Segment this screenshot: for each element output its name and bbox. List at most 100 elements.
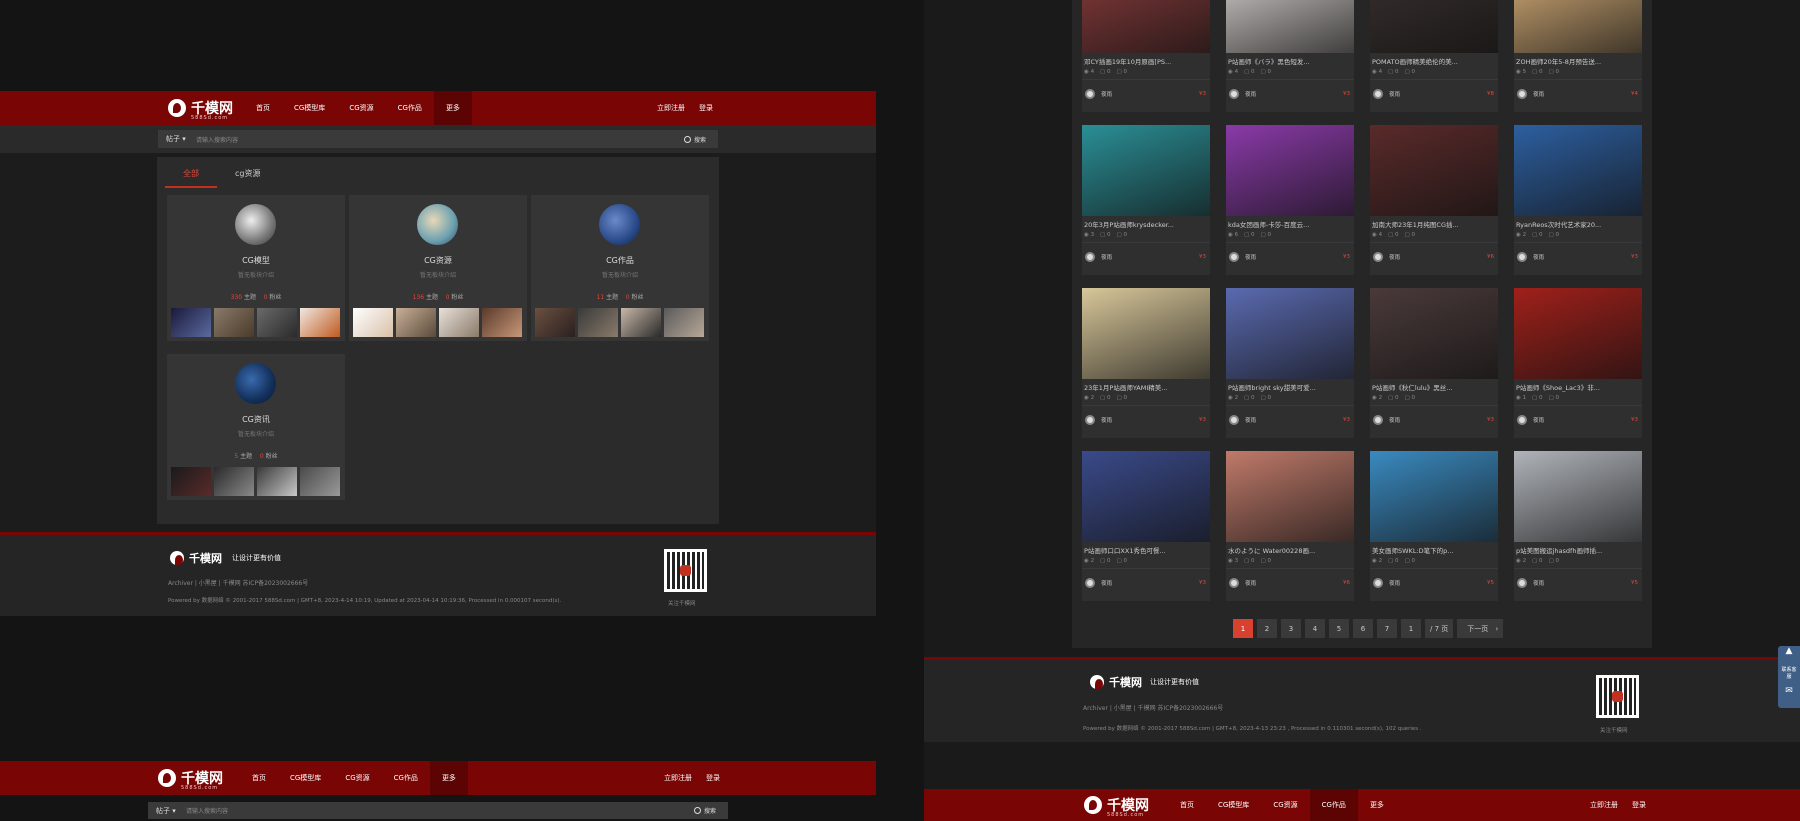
- register-link[interactable]: 立即注册: [1590, 800, 1618, 810]
- register-link[interactable]: 立即注册: [664, 773, 692, 783]
- post-card[interactable]: 水のように Water00228画... ◉ 3 ▢ 0 ▢ 0 夜雨 ¥6: [1226, 451, 1354, 601]
- nav-cg-works[interactable]: CG作品: [386, 91, 434, 125]
- thumb-image[interactable]: [664, 308, 704, 337]
- thumb-image[interactable]: [257, 467, 297, 496]
- post-author[interactable]: 夜雨: [1229, 578, 1256, 588]
- post-title[interactable]: P站画师《バラ》黑色短发...: [1228, 56, 1352, 66]
- tab-all[interactable]: 全部: [165, 162, 217, 188]
- post-author[interactable]: 夜雨: [1517, 89, 1544, 99]
- nav-cg-models[interactable]: CG模型库: [1206, 789, 1261, 821]
- nav-cg-resources[interactable]: CG资源: [333, 761, 381, 795]
- search-input[interactable]: 请输入搜索内容: [196, 135, 684, 144]
- nav-home[interactable]: 首页: [244, 91, 282, 125]
- footer-links[interactable]: Archiver | 小黑屋 | 千模网 苏ICP备2023002666号: [168, 578, 308, 587]
- post-card[interactable]: 美女画师SWKL:D笔下的p... ◉ 2 ▢ 0 ▢ 0 夜雨 ¥5: [1370, 451, 1498, 601]
- post-author[interactable]: 夜雨: [1517, 415, 1544, 425]
- nav-cg-models[interactable]: CG模型库: [278, 761, 333, 795]
- post-title[interactable]: 加南大师23年1月纯图CG插...: [1372, 219, 1496, 229]
- nav-more[interactable]: 更多: [429, 761, 468, 795]
- thumb-image[interactable]: [214, 467, 254, 496]
- post-title[interactable]: 23年1月P站画师YAMI精美...: [1084, 382, 1208, 392]
- thumb-image[interactable]: [535, 308, 575, 337]
- post-card[interactable]: 23年1月P站画师YAMI精美... ◉ 2 ▢ 0 ▢ 0 夜雨 ¥3: [1082, 288, 1210, 438]
- post-card[interactable]: 加南大师23年1月纯图CG插... ◉ 4 ▢ 0 ▢ 0 夜雨 ¥6: [1370, 125, 1498, 275]
- post-author[interactable]: 夜雨: [1373, 89, 1400, 99]
- post-author[interactable]: 夜雨: [1085, 252, 1112, 262]
- site-logo[interactable]: 千模网 588Sd.com: [158, 768, 223, 791]
- page-7[interactable]: 7: [1377, 619, 1397, 638]
- post-image[interactable]: [1082, 0, 1210, 53]
- login-link[interactable]: 登录: [699, 103, 713, 113]
- search-button[interactable]: 搜索: [684, 135, 718, 144]
- forum-card-cg-models[interactable]: CG模型 暂无板块介绍 330 主题 0 粉丝: [167, 195, 345, 341]
- nav-cg-works[interactable]: CG作品: [382, 761, 430, 795]
- post-image[interactable]: [1082, 288, 1210, 379]
- post-image[interactable]: [1514, 288, 1642, 379]
- thumb-image[interactable]: [482, 308, 522, 337]
- forum-card-cg-news[interactable]: CG资讯 暂无板块介绍 5 主题 0 粉丝: [167, 354, 345, 500]
- post-author[interactable]: 夜雨: [1229, 415, 1256, 425]
- login-link[interactable]: 登录: [706, 773, 720, 783]
- nav-cg-models[interactable]: CG模型库: [282, 91, 337, 125]
- thumb-image[interactable]: [396, 308, 436, 337]
- post-title[interactable]: 水のように Water00228画...: [1228, 545, 1352, 555]
- next-page-button[interactable]: 下一页 ›: [1457, 619, 1504, 638]
- page-2[interactable]: 2: [1257, 619, 1277, 638]
- thumb-image[interactable]: [578, 308, 618, 337]
- post-author[interactable]: 夜雨: [1373, 578, 1400, 588]
- post-card[interactable]: POMATO画师精美绝伦的美... ◉ 4 ▢ 0 ▢ 0 夜雨 ¥8: [1370, 0, 1498, 112]
- post-image[interactable]: [1370, 288, 1498, 379]
- register-link[interactable]: 立即注册: [657, 103, 685, 113]
- nav-cg-works[interactable]: CG作品: [1309, 789, 1358, 821]
- post-title[interactable]: 20年3月P站画师krysdecker...: [1084, 219, 1208, 229]
- post-title[interactable]: P站画师bright sky甜美可爱...: [1228, 382, 1352, 392]
- thumb-image[interactable]: [257, 308, 297, 337]
- post-card[interactable]: kda女团画师-卡莎-百度云... ◉ 6 ▢ 0 ▢ 0 夜雨 ¥3: [1226, 125, 1354, 275]
- post-author[interactable]: 夜雨: [1085, 89, 1112, 99]
- post-image[interactable]: [1514, 0, 1642, 53]
- post-image[interactable]: [1370, 0, 1498, 53]
- post-author[interactable]: 夜雨: [1373, 252, 1400, 262]
- post-author[interactable]: 夜雨: [1229, 252, 1256, 262]
- post-title[interactable]: P站画师《Shoe_Lac3》非...: [1516, 382, 1640, 392]
- nav-home[interactable]: 首页: [1168, 789, 1206, 821]
- post-card[interactable]: P站画师bright sky甜美可爱... ◉ 2 ▢ 0 ▢ 0 夜雨 ¥3: [1226, 288, 1354, 438]
- thumb-image[interactable]: [621, 308, 661, 337]
- post-image[interactable]: [1082, 451, 1210, 542]
- post-image[interactable]: [1226, 0, 1354, 53]
- site-logo[interactable]: 千模网 588Sd.com: [1084, 795, 1149, 818]
- post-image[interactable]: [1226, 451, 1354, 542]
- post-title[interactable]: 邓CY插画19年10月原画[PS...: [1084, 56, 1208, 66]
- nav-cg-resources[interactable]: CG资源: [1261, 789, 1309, 821]
- site-logo[interactable]: 千模网 588Sd.com: [168, 98, 233, 121]
- nav-cg-resources[interactable]: CG资源: [337, 91, 385, 125]
- post-author[interactable]: 夜雨: [1517, 252, 1544, 262]
- post-image[interactable]: [1226, 288, 1354, 379]
- page-4[interactable]: 4: [1305, 619, 1325, 638]
- post-author[interactable]: 夜雨: [1517, 578, 1544, 588]
- post-card[interactable]: P站画师《秋仁lulu》黑丝... ◉ 2 ▢ 0 ▢ 0 夜雨 ¥3: [1370, 288, 1498, 438]
- login-link[interactable]: 登录: [1632, 800, 1646, 810]
- post-card[interactable]: 20年3月P站画师krysdecker... ◉ 3 ▢ 0 ▢ 0 夜雨 ¥3: [1082, 125, 1210, 275]
- post-author[interactable]: 夜雨: [1373, 415, 1400, 425]
- post-image[interactable]: [1514, 125, 1642, 216]
- nav-home[interactable]: 首页: [240, 761, 278, 795]
- mail-icon[interactable]: ✉: [1778, 686, 1800, 704]
- thumb-image[interactable]: [171, 467, 211, 496]
- post-author[interactable]: 夜雨: [1085, 415, 1112, 425]
- page-5[interactable]: 5: [1329, 619, 1349, 638]
- post-author[interactable]: 夜雨: [1229, 89, 1256, 99]
- page-3[interactable]: 3: [1281, 619, 1301, 638]
- side-top-icon[interactable]: ▲: [1778, 646, 1800, 664]
- post-card[interactable]: ZOH画师20年5-8月预告送... ◉ 5 ▢ 0 ▢ 0 夜雨 ¥4: [1514, 0, 1642, 112]
- post-image[interactable]: [1370, 125, 1498, 216]
- post-title[interactable]: p站美图搬运jhasdfh画师插...: [1516, 545, 1640, 555]
- forum-card-cg-works[interactable]: CG作品 暂无板块介绍 11 主题 0 粉丝: [531, 195, 709, 341]
- nav-more[interactable]: 更多: [1358, 789, 1396, 821]
- footer-links[interactable]: Archiver | 小黑屋 | 千模网 苏ICP备2023002666号: [1083, 703, 1223, 712]
- forum-card-cg-resources[interactable]: CG资源 暂无板块介绍 136 主题 0 粉丝: [349, 195, 527, 341]
- post-image[interactable]: [1226, 125, 1354, 216]
- post-title[interactable]: 美女画师SWKL:D笔下的p...: [1372, 545, 1496, 555]
- post-card[interactable]: P站画师《Shoe_Lac3》非... ◉ 1 ▢ 0 ▢ 0 夜雨 ¥3: [1514, 288, 1642, 438]
- side-service-label[interactable]: 联系客服: [1778, 664, 1800, 686]
